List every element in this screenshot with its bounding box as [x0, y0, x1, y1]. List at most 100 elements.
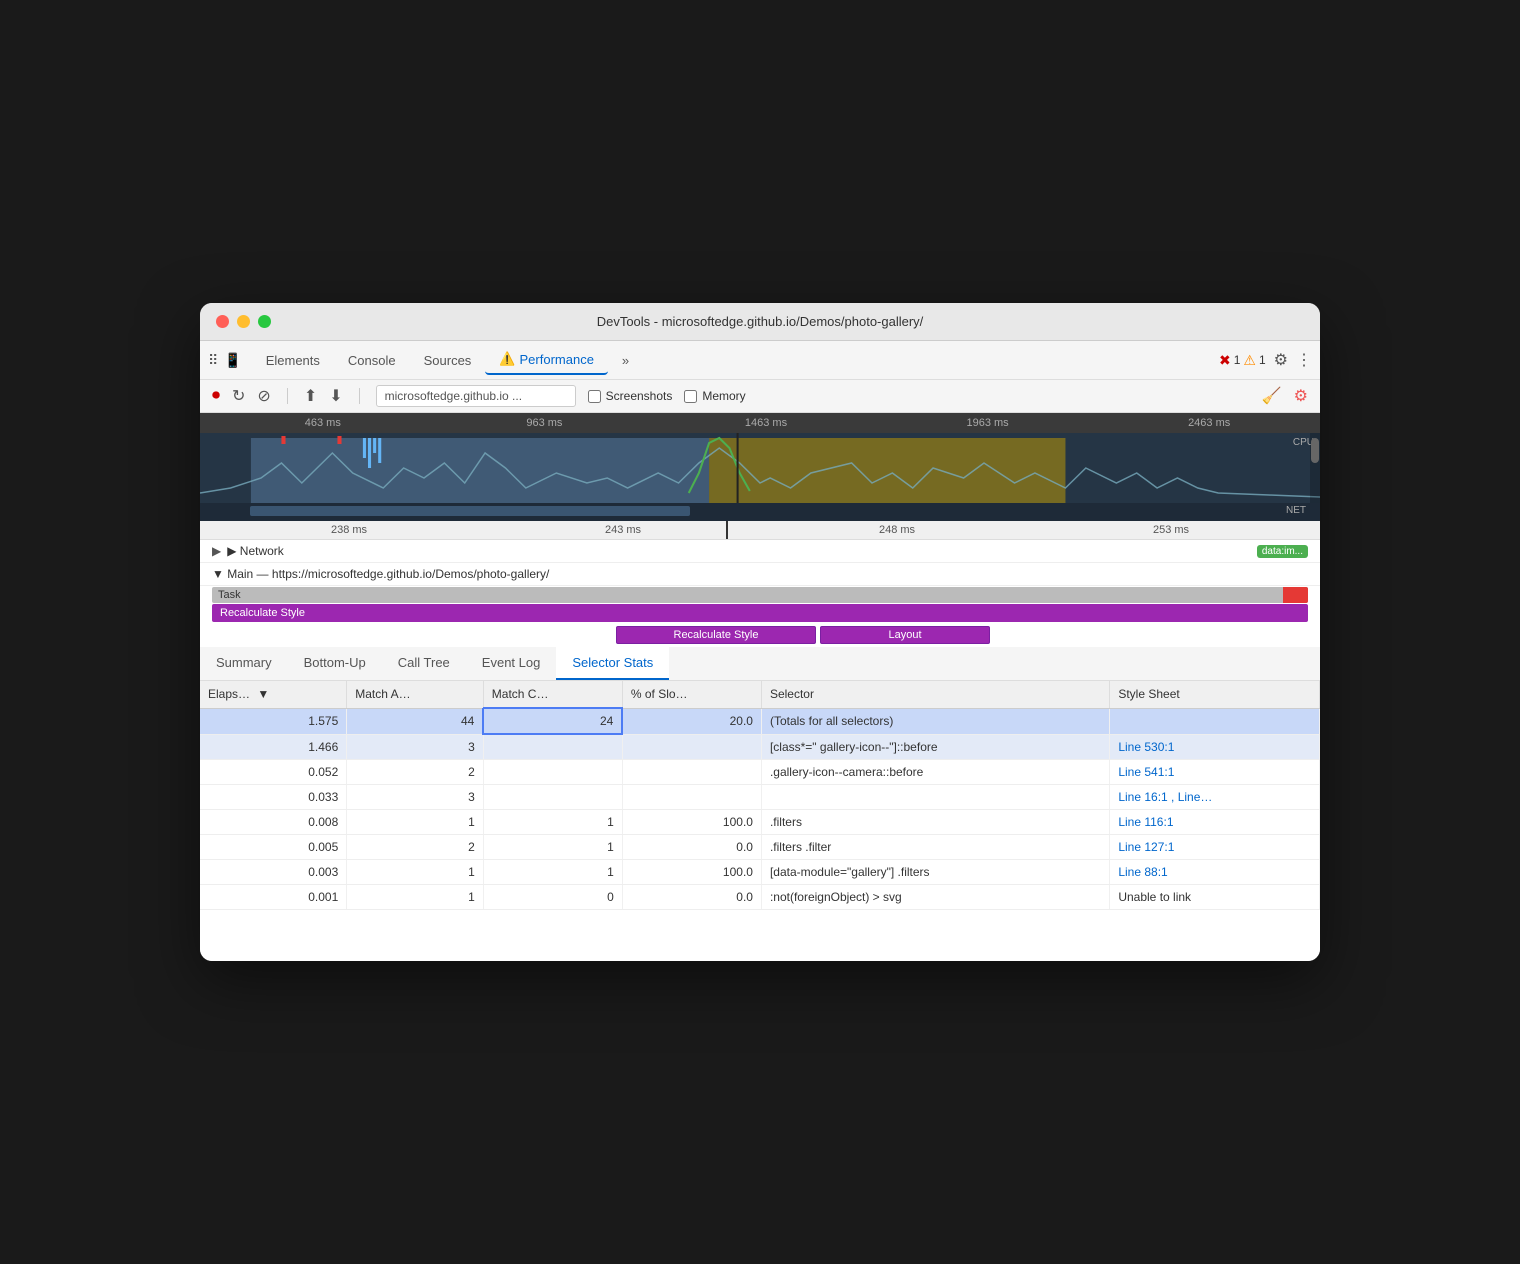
task-row: Task [212, 587, 1308, 603]
toolbar-right: ✖ 1 ⚠ 1 ⚙ ⋮ [1219, 350, 1312, 370]
traffic-lights [216, 315, 271, 328]
flame-recalc-bar[interactable]: Recalculate Style [616, 626, 816, 644]
table-row[interactable]: 0.052 2 .gallery-icon--camera::before Li… [200, 759, 1320, 784]
clear-icon[interactable]: ⊘ [257, 386, 270, 406]
close-button[interactable] [216, 315, 229, 328]
col-match-a[interactable]: Match A… [347, 681, 484, 708]
tab-bottom-up[interactable]: Bottom-Up [288, 647, 382, 680]
cell-matcha-5: 2 [347, 834, 484, 859]
maximize-button[interactable] [258, 315, 271, 328]
col-pct[interactable]: % of Slo… [622, 681, 761, 708]
memory-checkbox[interactable] [684, 390, 697, 403]
cell-selector-4: .filters [761, 809, 1109, 834]
warn-count: 1 [1259, 353, 1266, 367]
tab-more[interactable]: » [608, 347, 643, 374]
table-row[interactable]: 0.033 3 Line 16:1 , Line… [200, 784, 1320, 809]
tab-selector-stats[interactable]: Selector Stats [556, 647, 669, 680]
screenshots-label: Screenshots [606, 389, 673, 403]
network-arrow[interactable]: ▶ [212, 544, 221, 558]
cell-matcha-0: 44 [347, 708, 484, 734]
cell-selector-5: .filters .filter [761, 834, 1109, 859]
mark-1963: 1963 ms [877, 417, 1099, 429]
network-label: ▶ Network [227, 544, 284, 558]
tab-summary[interactable]: Summary [200, 647, 288, 680]
upload-icon[interactable]: ⬆ [304, 386, 317, 406]
more-icon[interactable]: ⋮ [1296, 350, 1312, 370]
tab-call-tree[interactable]: Call Tree [382, 647, 466, 680]
network-row: ▶ ▶ Network data:im... [200, 540, 1320, 563]
cell-selector-2: .gallery-icon--camera::before [761, 759, 1109, 784]
table-row[interactable]: 1.575 44 24 20.0 (Totals for all selecto… [200, 708, 1320, 734]
table-row[interactable]: 1.466 3 [class*=" gallery-icon--"]::befo… [200, 734, 1320, 759]
col-selector[interactable]: Selector [761, 681, 1109, 708]
tab-performance[interactable]: ⚠️ Performance [485, 345, 608, 375]
cell-sheet-1: Line 530:1 [1110, 734, 1320, 759]
link-1[interactable]: Line 530:1 [1118, 740, 1174, 754]
error-count: 1 [1234, 353, 1241, 367]
cell-selector-7: :not(foreignObject) > svg [761, 884, 1109, 909]
recalc-full-row: Recalculate Style [212, 604, 1308, 622]
task-label: Task [218, 589, 241, 601]
cell-pct-4: 100.0 [622, 809, 761, 834]
cell-selector-0: (Totals for all selectors) [761, 708, 1109, 734]
table-wrapper[interactable]: Elaps… ▼ Match A… Match C… % of Slo… Sel… [200, 681, 1320, 961]
screenshots-checkbox[interactable] [588, 390, 601, 403]
col-stylesheet[interactable]: Style Sheet [1110, 681, 1320, 708]
perf-settings-icon[interactable]: ⚙ [1294, 386, 1308, 406]
timeline-ruler: 463 ms 963 ms 1463 ms 1963 ms 2463 ms [200, 413, 1320, 433]
task-bar[interactable]: Task [212, 587, 1308, 603]
screenshots-checkbox-group: Screenshots [588, 389, 673, 403]
link-2[interactable]: Line 541:1 [1118, 765, 1174, 779]
table-row[interactable]: 0.005 2 1 0.0 .filters .filter Line 127:… [200, 834, 1320, 859]
memory-checkbox-group: Memory [684, 389, 745, 403]
flame-chart: ▶ ▶ Network data:im... ▼ Main — https://… [200, 540, 1320, 647]
cell-matchc-5: 1 [483, 834, 622, 859]
main-row: ▼ Main — https://microsoftedge.github.io… [200, 563, 1320, 586]
scrollbar-cpu[interactable] [1310, 433, 1320, 503]
error-group: ✖ 1 ⚠ 1 [1219, 352, 1266, 369]
net-label: NET [1286, 505, 1306, 516]
tab-event-log[interactable]: Event Log [466, 647, 557, 680]
ms-243: 243 ms [486, 524, 760, 536]
table-row[interactable]: 0.008 1 1 100.0 .filters Line 116:1 [200, 809, 1320, 834]
url-box: microsoftedge.github.io ... [376, 385, 576, 407]
col-elapsed[interactable]: Elaps… ▼ [200, 681, 347, 708]
cell-sheet-6: Line 88:1 [1110, 859, 1320, 884]
cell-selector-6: [data-module="gallery"] .filters [761, 859, 1109, 884]
selector-stats-table: Elaps… ▼ Match A… Match C… % of Slo… Sel… [200, 681, 1320, 910]
data-badge: data:im... [1257, 545, 1308, 558]
cell-matcha-3: 3 [347, 784, 484, 809]
bottom-panel: Summary Bottom-Up Call Tree Event Log Se… [200, 647, 1320, 961]
tab-elements[interactable]: Elements [252, 347, 334, 374]
link-3[interactable]: Line 16:1 , Line… [1118, 790, 1212, 804]
settings-icon[interactable]: ⚙ [1274, 350, 1288, 370]
cell-matcha-2: 2 [347, 759, 484, 784]
mark-963: 963 ms [434, 417, 656, 429]
devtools-icon[interactable]: ⠿ [208, 352, 218, 369]
performance-container: 463 ms 963 ms 1463 ms 1963 ms 2463 ms [200, 413, 1320, 647]
link-4[interactable]: Line 116:1 [1118, 815, 1173, 829]
record-icon[interactable]: ⏺ [212, 387, 220, 405]
link-6[interactable]: Line 88:1 [1118, 865, 1167, 879]
cell-elapsed-0: 1.575 [200, 708, 347, 734]
flame-inner-row: Recalculate Style Layout [200, 623, 1320, 647]
link-5[interactable]: Line 127:1 [1118, 840, 1174, 854]
ms-253: 253 ms [1034, 524, 1308, 536]
cell-elapsed-4: 0.008 [200, 809, 347, 834]
error-icon: ✖ [1219, 352, 1231, 369]
table-row[interactable]: 0.003 1 1 100.0 [data-module="gallery"] … [200, 859, 1320, 884]
cleanup-icon[interactable]: 🧹 [1262, 386, 1282, 406]
refresh-icon[interactable]: ↻ [232, 386, 245, 406]
device-icon[interactable]: 📱 [224, 352, 241, 369]
memory-label: Memory [702, 389, 745, 403]
cell-matcha-6: 1 [347, 859, 484, 884]
recalc-full-bar[interactable]: Recalculate Style [212, 604, 1308, 622]
minimize-button[interactable] [237, 315, 250, 328]
cell-matcha-1: 3 [347, 734, 484, 759]
table-row[interactable]: 0.001 1 0 0.0 :not(foreignObject) > svg … [200, 884, 1320, 909]
flame-layout-bar[interactable]: Layout [820, 626, 990, 644]
download-icon[interactable]: ⬇ [329, 386, 342, 406]
tab-console[interactable]: Console [334, 347, 410, 374]
col-match-c[interactable]: Match C… [483, 681, 622, 708]
tab-sources[interactable]: Sources [410, 347, 486, 374]
